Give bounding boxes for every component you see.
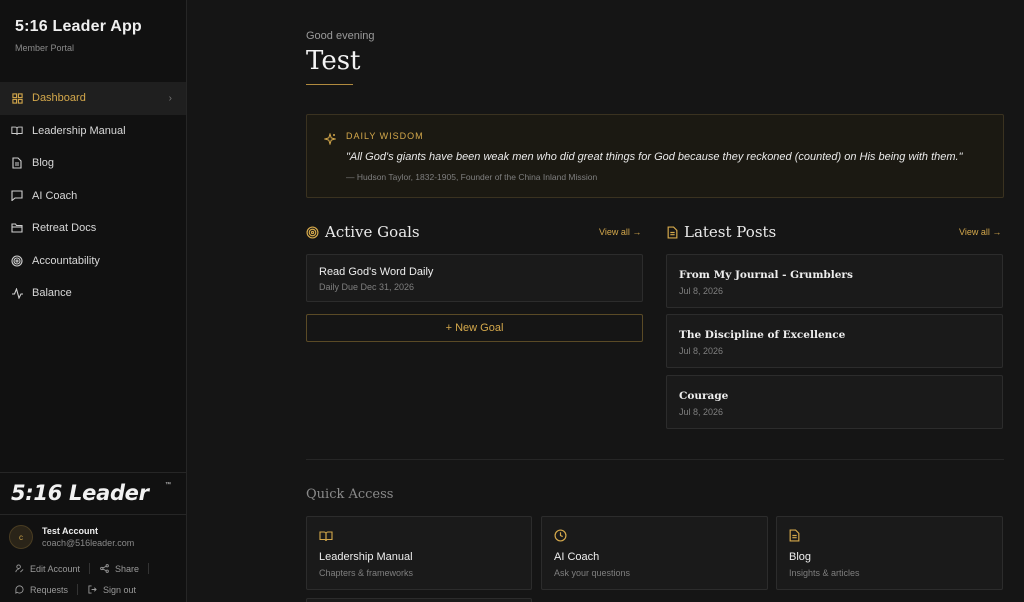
document-icon: [667, 225, 678, 239]
divider: [148, 563, 150, 574]
daily-wisdom-card: DAILY WISDOM "All God's giants have been…: [306, 114, 1004, 198]
activity-icon: [10, 286, 24, 300]
sidebar-item-label: Retreat Docs: [32, 222, 97, 235]
sign-out-label: Sign out: [103, 584, 137, 595]
wisdom-quote: "All God's giants have been weak men who…: [346, 151, 963, 163]
active-goals-header: Active Goals: [306, 223, 420, 241]
sidebar-footer: 5:16 Leader ™ c Test Account coach@516le…: [0, 472, 186, 602]
sidebar-item-label: Balance: [32, 287, 72, 300]
sidebar-item-label: Blog: [32, 157, 55, 170]
sidebar-nav: Dashboard › Leadership Manual Blog AI Co…: [0, 82, 186, 310]
wisdom-label: DAILY WISDOM: [346, 131, 424, 141]
post-title: From My Journal - Grumblers: [679, 269, 853, 281]
edit-account-label: Edit Account: [30, 563, 81, 574]
sidebar-item-leadership-manual[interactable]: Leadership Manual: [0, 115, 186, 148]
share-button[interactable]: Share: [100, 564, 139, 574]
sparkle-icon: [323, 132, 337, 150]
account-name: Test Account: [42, 526, 99, 536]
sidebar-item-retreat-docs[interactable]: Retreat Docs: [0, 212, 186, 245]
quick-access-label: AI Coach: [554, 551, 600, 563]
account-email: coach@516leader.com: [42, 538, 135, 548]
wisdom-source: — Hudson Taylor, 1832-1905, Founder of t…: [346, 172, 598, 182]
quick-access-ai-coach[interactable]: AI Coach Ask your questions: [541, 516, 768, 590]
sidebar-item-label: Dashboard: [32, 92, 86, 105]
grid-icon: [10, 91, 24, 105]
goals-view-all-link[interactable]: View all →: [599, 227, 641, 237]
chat-bubble-icon: [15, 585, 24, 594]
quick-access-subtitle: Ask your questions: [554, 568, 631, 578]
quick-access-leadership-manual[interactable]: Leadership Manual Chapters & frameworks: [306, 516, 532, 590]
quick-access-blog[interactable]: Blog Insights & articles: [776, 516, 1003, 590]
page-title: Test: [306, 46, 361, 76]
post-card[interactable]: Courage Jul 8, 2026: [666, 375, 1003, 429]
sign-out-button[interactable]: Sign out: [88, 585, 136, 595]
sidebar: 5:16 Leader App Member Portal Dashboard …: [0, 0, 187, 602]
quick-access-title: Quick Access: [306, 487, 394, 502]
requests-label: Requests: [30, 584, 69, 595]
app-title: 5:16 Leader App: [15, 18, 142, 35]
book-open-icon: [319, 529, 333, 547]
requests-button[interactable]: Requests: [15, 585, 68, 595]
share-icon: [100, 564, 109, 573]
avatar[interactable]: c: [9, 525, 33, 549]
post-card[interactable]: The Discipline of Excellence Jul 8, 2026: [666, 314, 1003, 368]
divider: [77, 584, 79, 595]
account-panel: c Test Account coach@516leader.com: [0, 515, 186, 549]
latest-posts-title: Latest Posts: [684, 223, 777, 241]
quick-access-label: Blog: [789, 551, 812, 563]
chat-bubble-icon: [10, 189, 24, 203]
active-goals-title: Active Goals: [325, 223, 420, 241]
document-icon: [789, 529, 800, 547]
post-date: Jul 8, 2026: [679, 407, 724, 417]
sidebar-item-accountability[interactable]: Accountability: [0, 245, 186, 278]
sidebar-item-balance[interactable]: Balance: [0, 277, 186, 310]
divider: [89, 563, 91, 574]
account-links: Edit Account Share Requests Sign out: [0, 549, 186, 600]
chevron-right-icon: ›: [168, 92, 172, 104]
logo-text: 5:16 Leader: [11, 481, 149, 505]
sign-out-icon: [88, 585, 97, 594]
new-goal-button[interactable]: + New Goal: [306, 314, 643, 342]
target-icon: [306, 225, 319, 239]
quick-access-card-partial[interactable]: [306, 598, 532, 602]
goal-meta: Daily Due Dec 31, 2026: [319, 282, 415, 292]
sidebar-item-blog[interactable]: Blog: [0, 147, 186, 180]
logo-trademark: ™: [165, 482, 171, 488]
goal-card[interactable]: Read God's Word Daily Daily Due Dec 31, …: [306, 254, 643, 302]
post-card[interactable]: From My Journal - Grumblers Jul 8, 2026: [666, 254, 1003, 308]
post-title: The Discipline of Excellence: [679, 329, 846, 341]
post-title: Courage: [679, 390, 729, 402]
sidebar-item-ai-coach[interactable]: AI Coach: [0, 180, 186, 213]
sidebar-item-label: Accountability: [32, 254, 100, 267]
quick-access-label: Leadership Manual: [319, 551, 413, 563]
share-label: Share: [115, 563, 140, 574]
sidebar-item-label: AI Coach: [32, 189, 78, 202]
section-divider: [306, 459, 1004, 460]
quick-access-subtitle: Insights & articles: [789, 568, 860, 578]
book-open-icon: [10, 124, 24, 138]
edit-account-button[interactable]: Edit Account: [15, 564, 80, 574]
title-underline: [306, 84, 353, 85]
post-date: Jul 8, 2026: [679, 346, 724, 356]
goal-title: Read God's Word Daily: [319, 266, 434, 278]
clock-icon: [554, 529, 567, 547]
brand: 5:16 Leader App Member Portal: [0, 0, 186, 72]
document-icon: [10, 156, 24, 170]
latest-posts-header: Latest Posts: [667, 223, 776, 241]
folder-icon: [10, 221, 24, 235]
quick-access-subtitle: Chapters & frameworks: [319, 568, 414, 578]
brand-logo: 5:16 Leader ™: [0, 473, 186, 515]
target-icon: [10, 254, 24, 268]
post-date: Jul 8, 2026: [679, 286, 724, 296]
posts-view-all-link[interactable]: View all →: [959, 227, 1001, 237]
user-edit-icon: [15, 564, 24, 573]
sidebar-item-dashboard[interactable]: Dashboard ›: [0, 82, 186, 115]
app-subtitle: Member Portal: [15, 43, 75, 53]
greeting: Good evening: [306, 30, 375, 42]
sidebar-item-label: Leadership Manual: [32, 124, 126, 137]
